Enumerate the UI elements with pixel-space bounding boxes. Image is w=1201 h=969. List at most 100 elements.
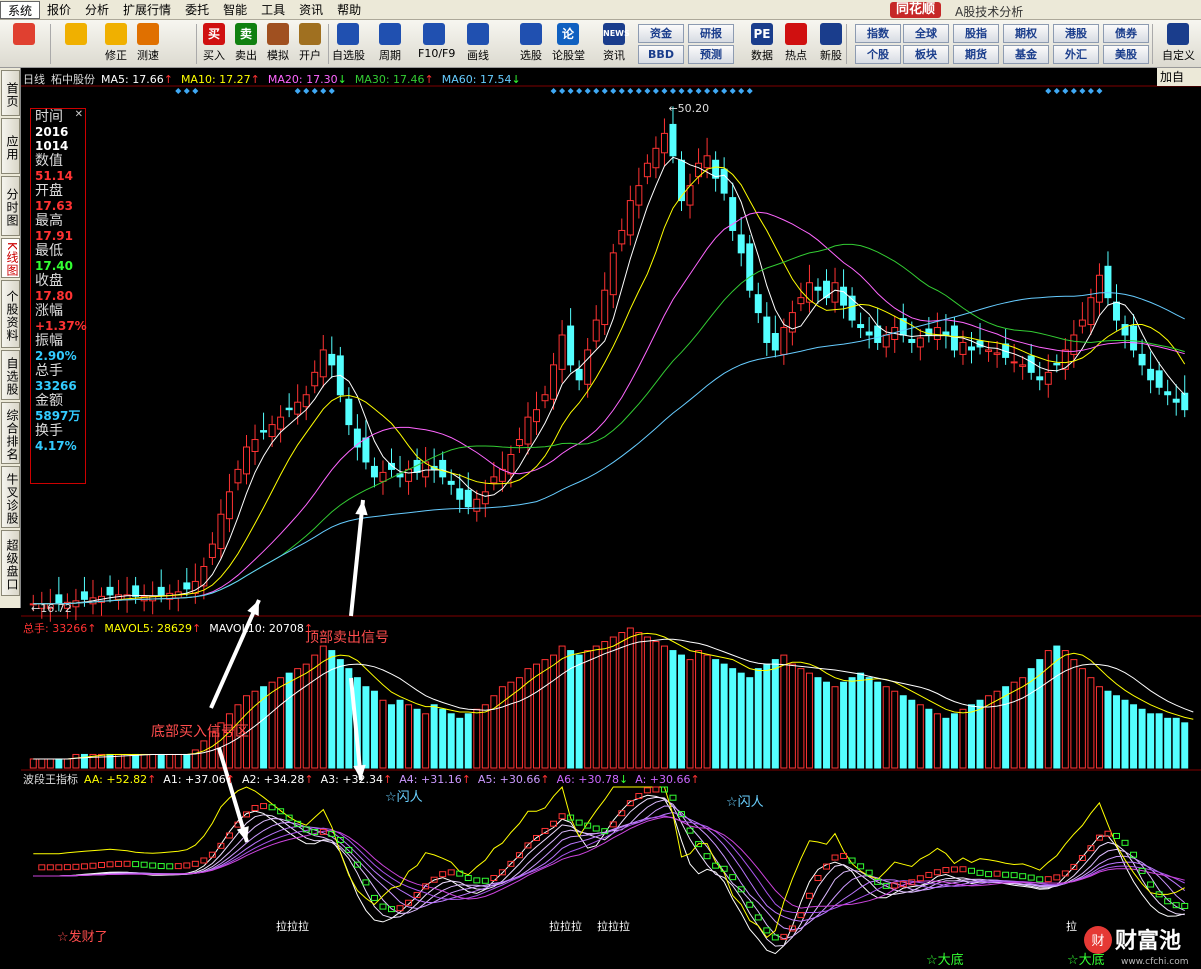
f10-button[interactable]: F10/F9 <box>418 23 456 65</box>
candle-body <box>797 297 805 305</box>
volume-bar <box>686 659 694 769</box>
menu-item-5[interactable]: 智能 <box>216 1 254 19</box>
lock-button[interactable]: 开户 <box>294 23 326 65</box>
menu-item-0[interactable]: 系统 <box>0 0 41 19</box>
candle-body <box>243 446 250 475</box>
candle-body <box>660 132 668 154</box>
hammer-button[interactable]: 模拟 <box>262 23 294 65</box>
candle-body <box>1130 325 1138 351</box>
quick-button-10[interactable]: 个股 <box>855 45 901 64</box>
quick-button-15[interactable]: 美股 <box>1103 45 1149 64</box>
grid-button[interactable] <box>8 23 40 65</box>
quick-button-2[interactable]: BBD <box>638 45 684 64</box>
up-down-arrow-button[interactable]: 修正 <box>100 23 132 65</box>
star-button[interactable]: 自选股 <box>332 23 365 65</box>
sidebar-tab-2[interactable]: 分时图 <box>1 176 20 236</box>
toolbar-button-label: F10/F9 <box>418 47 456 60</box>
volume-bar <box>1155 713 1163 769</box>
volume-bar <box>140 753 148 769</box>
menu-item-6[interactable]: 工具 <box>254 1 292 19</box>
close-icon[interactable]: ✕ <box>75 109 83 120</box>
menu-item-4[interactable]: 委托 <box>178 1 216 19</box>
candle-body <box>191 580 199 594</box>
candle-body <box>285 407 293 411</box>
volume-value: MAVOL5: 28629 <box>104 622 193 635</box>
menu-item-1[interactable]: 报价 <box>40 1 78 19</box>
pe-button[interactable]: PE 数据 <box>746 23 778 65</box>
volume-bar <box>993 690 1001 769</box>
menu-item-2[interactable]: 分析 <box>78 1 116 19</box>
signal-diamond <box>183 88 190 94</box>
buy-button[interactable]: 买买入 <box>198 23 230 65</box>
quick-button-14[interactable]: 外汇 <box>1053 45 1099 64</box>
candle-body <box>626 200 634 236</box>
quick-button-3[interactable]: 预测 <box>688 45 734 64</box>
select-stock-button[interactable]: 选股 <box>515 23 547 65</box>
volume-bar <box>507 681 515 769</box>
indicator-block <box>558 813 566 820</box>
quick-button-5[interactable]: 全球 <box>903 24 949 43</box>
candle-body <box>1036 376 1044 381</box>
clock-button[interactable]: 测速 <box>132 23 164 65</box>
up-down-arrow-icon <box>105 23 127 45</box>
quick-button-11[interactable]: 板块 <box>903 45 949 64</box>
news-button[interactable]: NEWS 资讯 <box>598 23 630 65</box>
info-value: 17.91 <box>35 229 73 243</box>
signal-diamond <box>192 88 199 94</box>
hot-button[interactable]: 热点 <box>780 23 812 65</box>
quick-button-9[interactable]: 债券 <box>1103 24 1149 43</box>
sidebar-tab-5[interactable]: 自选股 <box>1 350 20 400</box>
candle-body <box>490 476 498 484</box>
signal-diamond <box>294 88 301 94</box>
chart-area[interactable]: ←50.20 ←16.72 顶部卖出信号 底部买入信号区 ☆闪人 ☆闪人 ☆发财了 ☆大底 ☆大… <box>21 68 1201 969</box>
quick-button-8[interactable]: 港股 <box>1053 24 1099 43</box>
sidebar-tab-0[interactable]: 首页 <box>1 70 20 116</box>
volume-bar <box>840 681 848 769</box>
menu-item-7[interactable]: 资讯 <box>292 1 330 19</box>
quick-button-6[interactable]: 股指 <box>953 24 999 43</box>
toolbar-separator <box>1152 24 1153 64</box>
candle-body <box>345 398 353 426</box>
quick-button-0[interactable]: 资金 <box>638 24 684 43</box>
volume-bar <box>558 645 566 769</box>
high-price-mark: ←50.20 <box>668 102 709 115</box>
sidebar-tab-1[interactable]: 应用 <box>1 118 20 174</box>
quick-button-1[interactable]: 研报 <box>688 24 734 43</box>
indicator-block <box>814 875 822 882</box>
menu-item-8[interactable]: 帮助 <box>330 1 368 19</box>
info-label: 金额 <box>35 393 63 409</box>
volume-bar <box>584 650 592 769</box>
back-arrow-button[interactable] <box>60 23 92 65</box>
indicator-block <box>703 853 711 860</box>
candle-body <box>703 155 711 169</box>
indicator-band-line <box>33 799 1185 940</box>
forum-button[interactable]: 论论股堂 <box>552 23 585 65</box>
candle-body <box>251 439 259 452</box>
customize-button[interactable]: 自定义 <box>1162 23 1195 65</box>
menu-item-3[interactable]: 扩展行情 <box>116 1 178 19</box>
sidebar-tab-8[interactable]: 超级盘口 <box>1 530 20 596</box>
candle-body <box>558 334 566 370</box>
toolbar: 修正 测速 买买入卖卖出 模拟 开户 自选股 周期 F10/F9 画线 选股论论股堂 NEWS 资讯 P… <box>0 20 1201 68</box>
sidebar-tab-7[interactable]: 牛叉诊股 <box>1 466 20 528</box>
quick-button-13[interactable]: 基金 <box>1003 45 1049 64</box>
candle-body <box>720 168 728 194</box>
signal-diamond <box>1087 88 1094 94</box>
indicator-value: A4: +31.16 <box>399 773 462 786</box>
quick-button-7[interactable]: 期权 <box>1003 24 1049 43</box>
quick-button-4[interactable]: 指数 <box>855 24 901 43</box>
sidebar-tab-6[interactable]: 综合排名 <box>1 402 20 464</box>
sidebar-tab-4[interactable]: 个股资料 <box>1 280 20 348</box>
pen-button[interactable]: 画线 <box>462 23 494 65</box>
indicator-name[interactable]: 波段王指标 <box>23 773 78 786</box>
stock-chart-svg[interactable]: ←50.20←16.72顶部卖出信号底部买入信号区☆闪人 ☆闪人☆发财了☆大底 ☆大… <box>21 68 1201 969</box>
sell-button[interactable]: 卖卖出 <box>230 23 262 65</box>
sidebar-tab-3[interactable]: K线图 <box>1 238 20 278</box>
signal-diamond <box>669 88 676 94</box>
cycle-button[interactable]: 周期 <box>374 23 406 65</box>
ma-label-2: MA20: 17.30↓ <box>268 73 347 86</box>
new-stock-button[interactable]: 新股 <box>815 23 847 65</box>
volume-bar <box>1147 713 1155 769</box>
quick-button-12[interactable]: 期货 <box>953 45 999 64</box>
add-self-select-button[interactable]: 加自 <box>1157 68 1201 86</box>
